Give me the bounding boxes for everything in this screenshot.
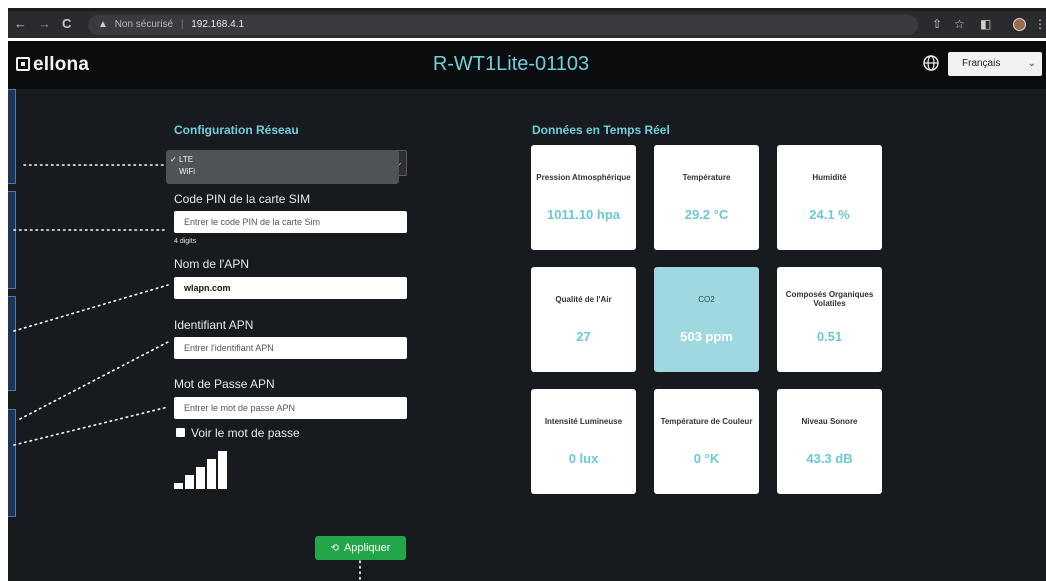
reload-icon[interactable]: C bbox=[62, 17, 71, 31]
sim-pin-hint: 4 digits bbox=[174, 238, 197, 245]
sensor-value: 24.1 % bbox=[809, 207, 850, 222]
sensor-card-air-quality: Qualité de l'Air 27 bbox=[531, 267, 636, 372]
device-title: R-WT1Lite-01103 bbox=[432, 53, 590, 75]
sensor-card-pressure: Pression Atmosphérique 1011.10 hpa bbox=[531, 145, 636, 250]
sensor-card-voc: Composés Organiques Volatiles 0.51 bbox=[777, 267, 882, 372]
sensor-card-co2: CO2 503 ppm bbox=[654, 267, 759, 372]
globe-icon bbox=[923, 55, 939, 71]
profile-avatar[interactable] bbox=[1013, 18, 1026, 31]
share-icon[interactable]: ⇧ bbox=[932, 17, 942, 31]
apn-name-input[interactable]: wlapn.com bbox=[174, 277, 407, 299]
address-bar[interactable]: ▲ Non sécurisé | 192.168.4.1 bbox=[88, 15, 918, 35]
bookmark-star-icon[interactable]: ☆ bbox=[954, 17, 965, 31]
sensor-value: 503 ppm bbox=[680, 329, 733, 344]
sensor-label: Composés Organiques Volatiles bbox=[785, 290, 874, 308]
apn-id-input[interactable]: Entrer l'identifiant APN bbox=[174, 337, 407, 359]
history-icon: ⟲ bbox=[330, 543, 339, 554]
signal-bar bbox=[196, 467, 205, 489]
sensor-label: Niveau Sonore bbox=[801, 416, 858, 426]
sensor-card-color-temperature: Température de Couleur 0 °K bbox=[654, 389, 759, 494]
show-password-checkbox[interactable] bbox=[176, 428, 185, 437]
signal-bar bbox=[207, 459, 216, 489]
network-option-wifi[interactable]: WiFi bbox=[170, 166, 399, 178]
forward-icon[interactable]: → bbox=[38, 17, 51, 31]
app-header: ellona R-WT1Lite-01103 Français ⌄ bbox=[8, 41, 1046, 89]
back-icon[interactable]: ← bbox=[14, 17, 27, 31]
sensor-label: Température bbox=[682, 172, 731, 182]
sensor-card-sound: Niveau Sonore 43.3 dB bbox=[777, 389, 882, 494]
sensor-label: Température de Couleur bbox=[660, 416, 753, 426]
language-selected: Français bbox=[962, 58, 1001, 69]
network-type-dropdown: ✓ LTE WiFi bbox=[166, 150, 399, 184]
apn-id-label: Identifiant APN bbox=[174, 318, 254, 332]
sensor-value: 27 bbox=[576, 329, 591, 344]
sensor-value: 1011.10 hpa bbox=[547, 207, 620, 222]
apply-button[interactable]: ⟲ Appliquer bbox=[315, 536, 406, 560]
annotation-tab bbox=[8, 89, 16, 184]
sensor-label: Humidité bbox=[812, 172, 847, 182]
sensor-label: Intensité Lumineuse bbox=[544, 416, 623, 426]
sensor-label: Pression Atmosphérique bbox=[536, 172, 631, 182]
checkmark-icon: ✓ bbox=[170, 155, 177, 164]
apn-password-input[interactable]: Entrer le mot de passe APN bbox=[174, 397, 407, 419]
main-content: Configuration Réseau ⌄ ✓ LTE WiFi Code PI… bbox=[8, 89, 1046, 581]
address-separator: | bbox=[180, 19, 184, 30]
signal-bar bbox=[174, 483, 183, 489]
warning-triangle-icon: ▲ bbox=[98, 19, 108, 30]
sim-pin-label: Code PIN de la carte SIM bbox=[174, 192, 311, 206]
annotation-tab bbox=[8, 296, 16, 391]
sensor-value: 0.51 bbox=[816, 329, 843, 344]
sensor-value: 0 lux bbox=[568, 451, 599, 466]
sensor-value: 29.2 °C bbox=[684, 207, 729, 222]
realtime-data-title: Données en Temps Réel bbox=[532, 123, 670, 137]
side-panel-icon[interactable]: ◧ bbox=[980, 17, 991, 31]
browser-toolbar: ← → C ▲ Non sécurisé | 192.168.4.1 ⇧ ☆ ◧… bbox=[8, 8, 1046, 38]
signal-strength-icon bbox=[174, 451, 232, 489]
network-config-title: Configuration Réseau bbox=[174, 123, 299, 137]
sensor-value: 0 °K bbox=[693, 451, 720, 466]
annotation-tab bbox=[8, 191, 16, 289]
sensor-card-temperature: Température 29.2 °C bbox=[654, 145, 759, 250]
callout-lines bbox=[13, 164, 361, 581]
annotation-tab bbox=[8, 409, 16, 517]
security-label: Non sécurisé bbox=[114, 19, 174, 30]
sim-pin-input[interactable]: Entrer le code PIN de la carte Sim bbox=[174, 211, 407, 233]
sensor-value: 43.3 dB bbox=[806, 451, 853, 466]
signal-bar bbox=[185, 475, 194, 489]
sensor-label: Qualité de l'Air bbox=[555, 294, 612, 304]
sensor-card-humidity: Humidité 24.1 % bbox=[777, 145, 882, 250]
apn-password-label: Mot de Passe APN bbox=[174, 377, 275, 391]
menu-dots-icon[interactable]: ⋮ bbox=[1034, 17, 1046, 31]
sensor-card-light: Intensité Lumineuse 0 lux bbox=[531, 389, 636, 494]
sensor-label: CO2 bbox=[698, 294, 715, 304]
signal-bar bbox=[218, 451, 227, 489]
url-text: 192.168.4.1 bbox=[191, 19, 245, 30]
network-option-lte[interactable]: ✓ LTE bbox=[170, 154, 399, 166]
show-password-label: Voir le mot de passe bbox=[191, 426, 300, 440]
language-select[interactable]: Français ⌄ bbox=[948, 52, 1042, 76]
apn-name-label: Nom de l'APN bbox=[174, 257, 249, 271]
chevron-down-icon: ⌄ bbox=[1027, 58, 1036, 69]
